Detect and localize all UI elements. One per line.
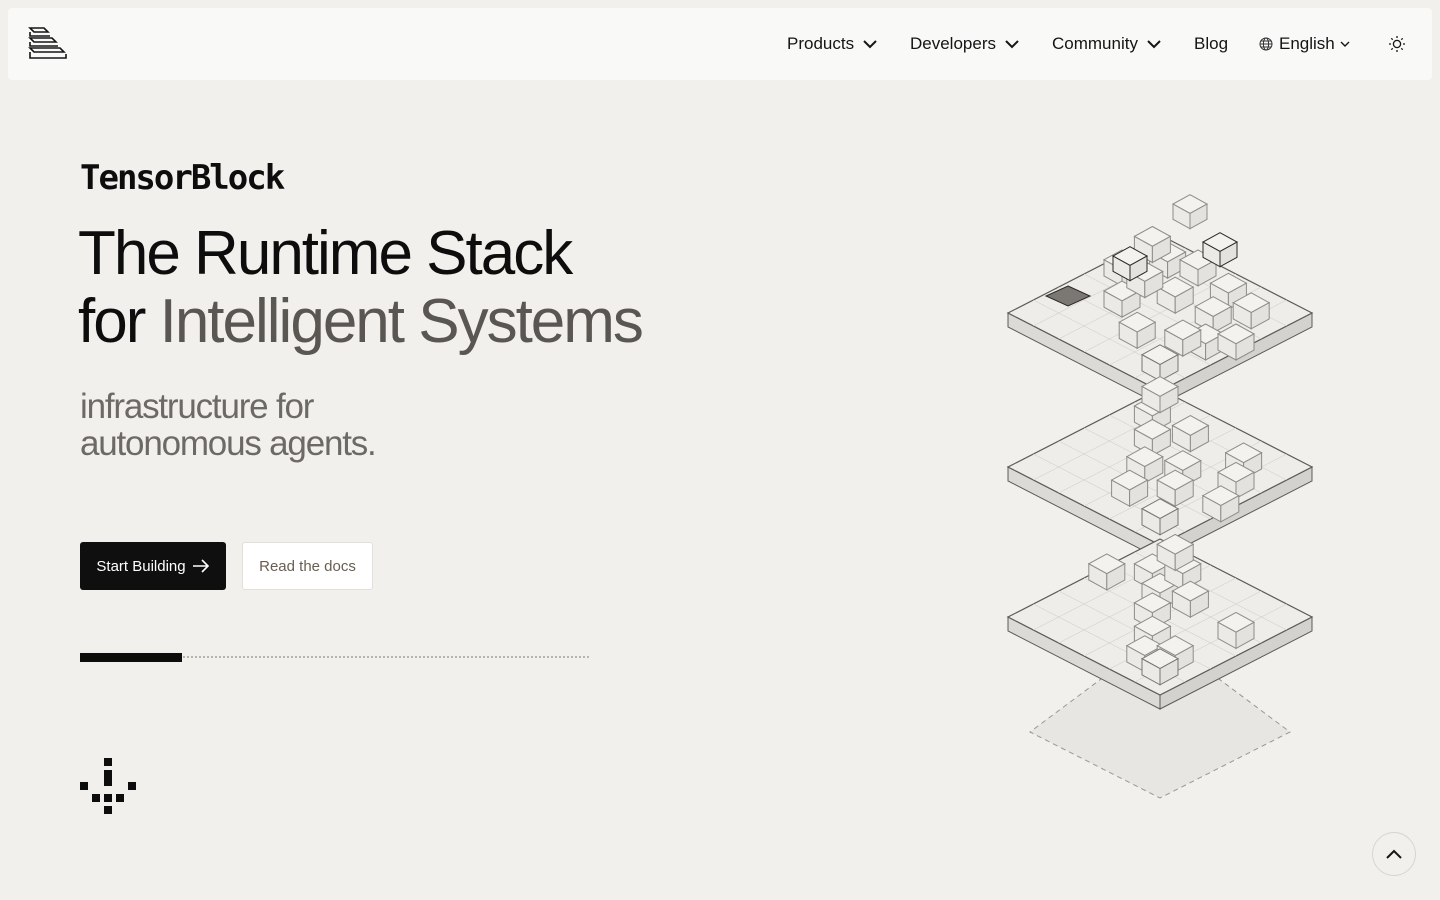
nav-developers[interactable]: Developers	[910, 34, 1020, 54]
nav-developers-label: Developers	[910, 34, 996, 53]
nav-blog-label: Blog	[1194, 34, 1229, 53]
chevron-up-icon	[1386, 849, 1402, 859]
headline-prefix: for	[78, 287, 160, 356]
start-building-button[interactable]: Start Building	[80, 542, 226, 590]
nav-community[interactable]: Community	[1052, 34, 1162, 54]
stack-logo-icon[interactable]	[28, 26, 68, 62]
nav-blog[interactable]: Blog	[1194, 34, 1228, 54]
nav-products-label: Products	[787, 34, 855, 53]
globe-icon	[1259, 37, 1273, 51]
chevron-down-icon	[1340, 41, 1350, 47]
hero-subline: infrastructure for autonomous agents.	[80, 387, 377, 463]
read-docs-button[interactable]: Read the docs	[242, 542, 373, 590]
headline-line-2: for Intelligent Systems	[78, 287, 644, 356]
start-building-label: Start Building	[96, 557, 186, 575]
progress-fill	[80, 653, 182, 662]
scroll-to-top-button[interactable]	[1372, 832, 1416, 876]
navbar: Products Developers Community Blog Engli…	[8, 8, 1432, 80]
subline-line-1: infrastructure for	[80, 387, 314, 426]
arrow-right-icon	[192, 559, 209, 573]
isometric-stack-illustration	[1006, 194, 1314, 799]
headline-line-1: The Runtime Stack	[78, 219, 573, 288]
headline-accent: Intelligent Systems	[159, 287, 644, 356]
nav-community-label: Community	[1052, 34, 1138, 53]
language-label: English	[1279, 34, 1335, 53]
hero-headline: The Runtime Stack for Intelligent System…	[78, 219, 644, 356]
brand-wordmark: TensorBlock	[80, 158, 285, 198]
read-docs-label: Read the docs	[259, 557, 356, 575]
chevron-down-icon	[1005, 40, 1019, 49]
chevron-down-icon	[1147, 40, 1161, 49]
language-selector[interactable]: English	[1259, 34, 1350, 54]
chevron-down-icon	[863, 40, 877, 49]
sun-icon[interactable]	[1388, 35, 1406, 53]
nav-products[interactable]: Products	[787, 34, 878, 54]
pixel-cursor-icon	[80, 758, 136, 814]
subline-line-2: autonomous agents.	[80, 424, 377, 463]
